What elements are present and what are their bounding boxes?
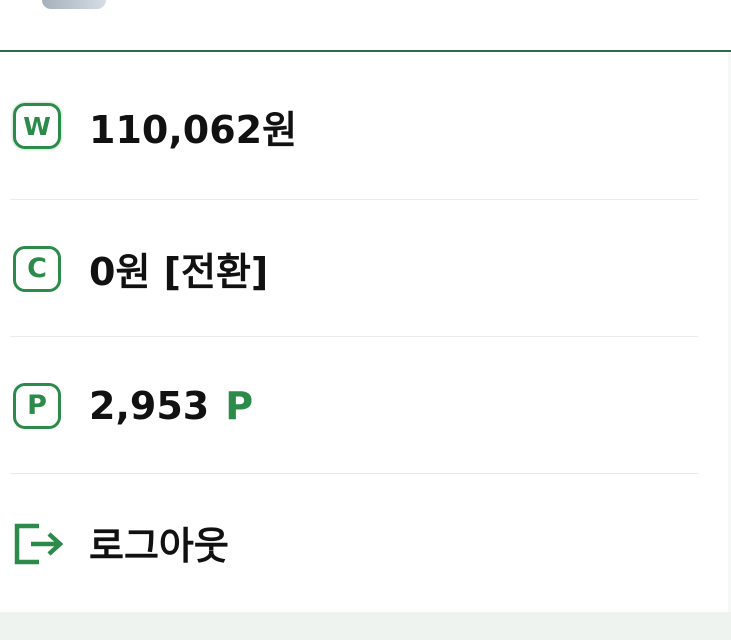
won-balance-amount: 110,062원 <box>89 107 298 152</box>
points-badge-icon: P <box>13 382 61 429</box>
points-text: 2,953 P <box>89 384 253 428</box>
won-balance-row[interactable]: W 110,062원 <box>0 52 731 200</box>
account-menu: W 110,062원 C 0원 [전환] P 2,953 P 로그아웃 <box>0 52 731 611</box>
won-badge-letter: W <box>23 111 51 141</box>
convert-link[interactable]: [전환] <box>164 250 269 294</box>
logout-row[interactable]: 로그아웃 <box>0 474 731 611</box>
points-amount: 2,953 <box>89 383 210 428</box>
logout-icon <box>14 523 64 564</box>
cash-currency-badge-icon: C <box>13 245 61 292</box>
footer-strip <box>0 612 731 640</box>
cash-balance-row[interactable]: C 0원 [전환] <box>0 200 731 337</box>
cash-badge-letter: C <box>27 253 47 284</box>
won-currency-badge-icon: W <box>13 103 61 149</box>
header-logo-fragment <box>42 0 106 9</box>
points-row[interactable]: P 2,953 P <box>0 337 731 474</box>
header-strip <box>0 0 731 52</box>
points-badge-letter: P <box>27 390 47 421</box>
points-unit: P <box>225 383 254 428</box>
logout-label: 로그아웃 <box>89 524 229 568</box>
cash-balance-text: 0원 [전환] <box>89 241 268 296</box>
cash-balance-amount: 0원 <box>89 250 151 294</box>
